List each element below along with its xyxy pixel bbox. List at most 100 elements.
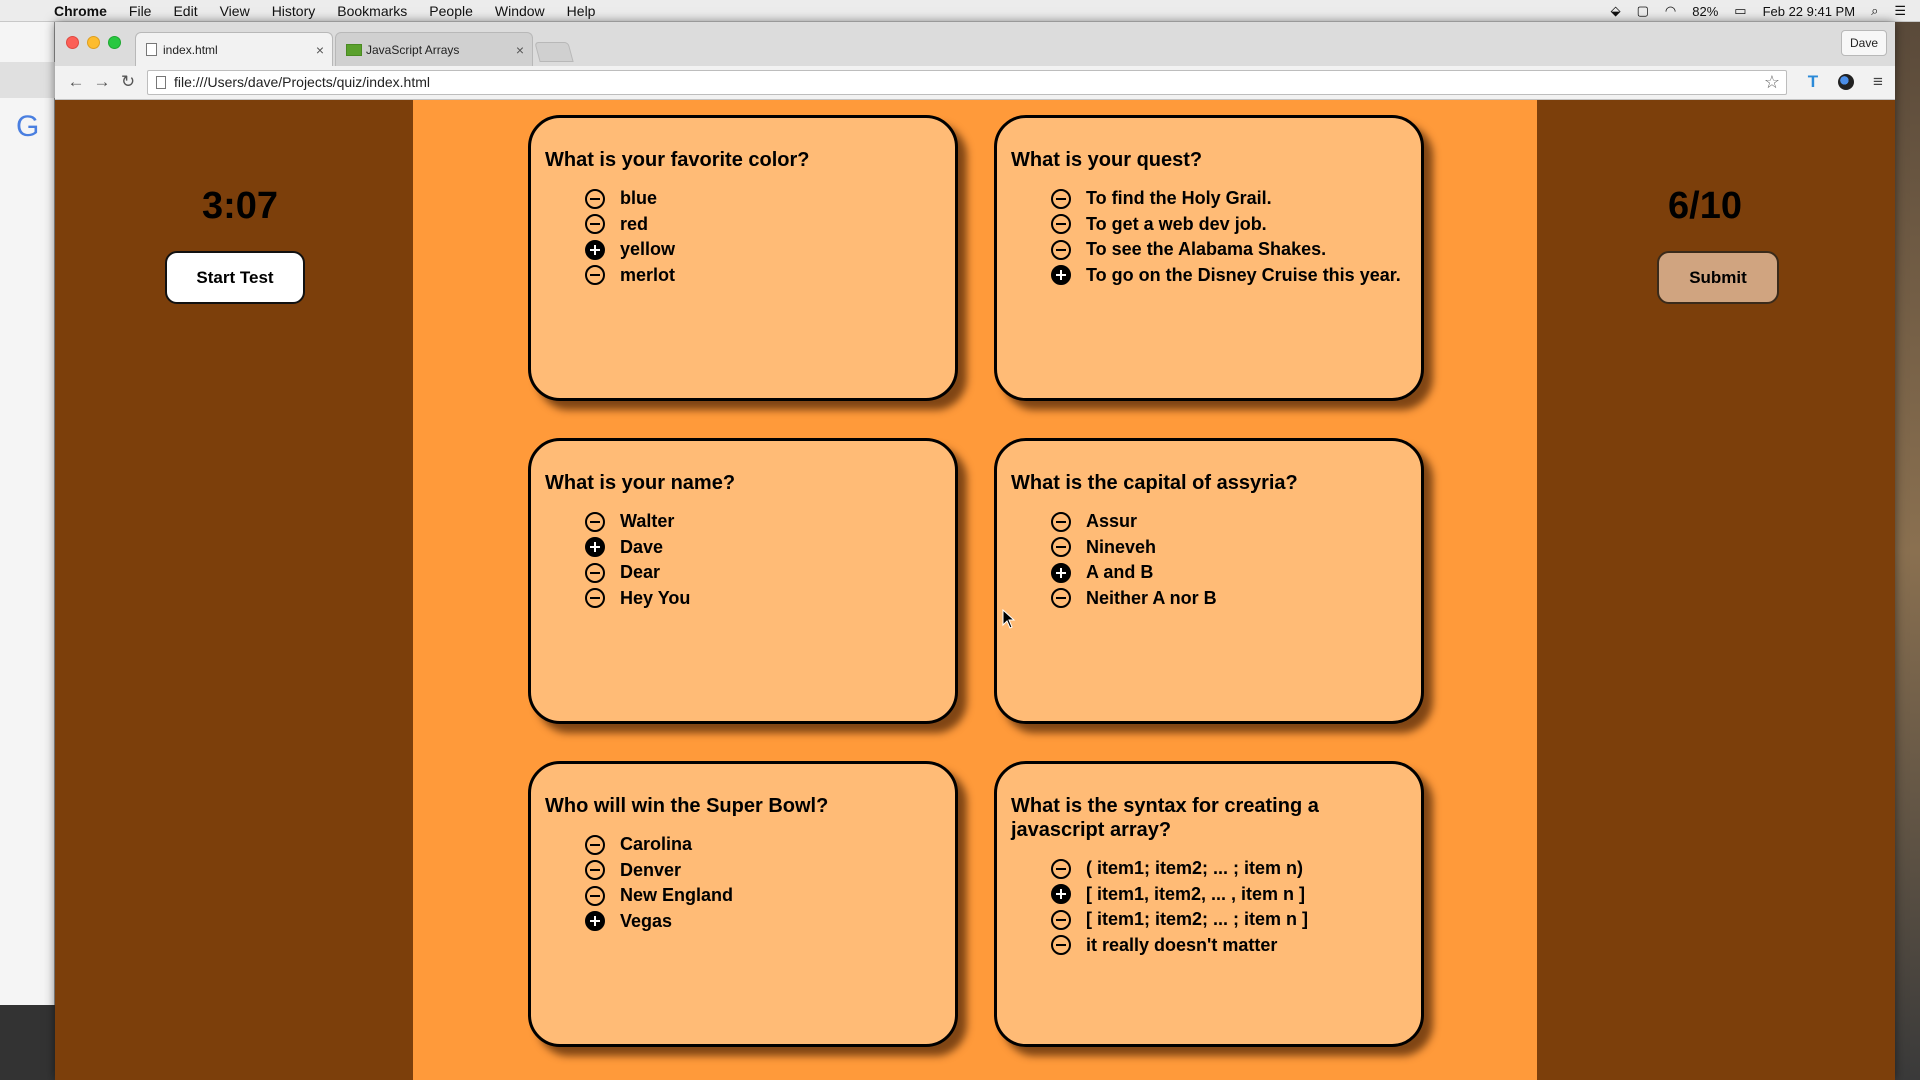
tab-close-icon[interactable]: × <box>508 42 532 58</box>
answer-option[interactable]: Hey You <box>585 586 941 612</box>
radio-button-icon[interactable] <box>585 885 605 906</box>
answer-option[interactable]: red <box>585 212 941 238</box>
answer-option[interactable]: Neither A nor B <box>1051 586 1407 612</box>
extension-icon[interactable]: T <box>1802 71 1824 93</box>
submit-button[interactable]: Submit <box>1657 251 1779 304</box>
close-window-button[interactable] <box>66 36 79 49</box>
answer-option-selected[interactable]: yellow <box>585 237 941 263</box>
radio-button-icon[interactable] <box>1051 214 1071 235</box>
answer-label: merlot <box>620 264 676 285</box>
answer-options: Walter Dave Dear Hey You <box>545 509 941 611</box>
answer-option[interactable]: Denver <box>585 858 941 884</box>
new-tab-button[interactable] <box>534 42 574 62</box>
radio-button-icon[interactable] <box>1051 935 1071 956</box>
answer-label: New England <box>620 885 734 906</box>
answer-option[interactable]: To find the Holy Grail. <box>1051 186 1407 212</box>
tab-index-html[interactable]: index.html × <box>135 32 333 66</box>
menu-help[interactable]: Help <box>567 3 596 19</box>
answer-option[interactable]: merlot <box>585 263 941 289</box>
page-viewport: 3:07 Start Test 6/10 Submit What is your… <box>55 100 1895 1080</box>
menu-file[interactable]: File <box>129 3 152 19</box>
radio-button-icon[interactable] <box>1051 188 1071 209</box>
battery-percent[interactable]: 82% <box>1692 4 1718 19</box>
question-text: What is the capital of assyria? <box>1011 472 1298 494</box>
start-test-button[interactable]: Start Test <box>165 251 305 304</box>
spotlight-search-icon[interactable]: ⌕ <box>1871 3 1878 19</box>
radio-button-icon[interactable] <box>585 860 605 881</box>
radio-button-icon[interactable] <box>1051 909 1071 930</box>
answer-option-selected[interactable]: Vegas <box>585 909 941 935</box>
reload-icon[interactable]: ↻ <box>117 71 139 93</box>
answer-option[interactable]: Carolina <box>585 832 941 858</box>
menu-window[interactable]: Window <box>495 3 545 19</box>
answer-label: Walter <box>620 511 675 532</box>
menu-people[interactable]: People <box>429 3 473 19</box>
extension-circle-icon[interactable] <box>1835 71 1857 93</box>
back-icon[interactable]: ← <box>65 71 87 93</box>
answer-option[interactable]: Walter <box>585 509 941 535</box>
radio-button-selected-icon[interactable] <box>585 239 605 260</box>
answer-option-selected[interactable]: Dave <box>585 535 941 561</box>
battery-icon[interactable]: ▭ <box>1734 3 1746 19</box>
answer-option[interactable]: To see the Alabama Shakes. <box>1051 237 1407 263</box>
chrome-menu-icon[interactable]: ≡ <box>1867 71 1889 93</box>
answer-option[interactable]: ( item1; item2; ... ; item n) <box>1051 856 1407 882</box>
answer-option[interactable]: blue <box>585 186 941 212</box>
notification-center-icon[interactable]: ☰ <box>1894 3 1906 19</box>
radio-button-icon[interactable] <box>1051 239 1071 260</box>
radio-button-icon[interactable] <box>585 588 605 609</box>
radio-button-icon[interactable] <box>585 265 605 286</box>
radio-button-icon[interactable] <box>585 511 605 532</box>
screen-icon[interactable]: ▢ <box>1637 3 1649 19</box>
tab-close-icon[interactable]: × <box>308 42 332 58</box>
radio-button-icon[interactable] <box>1051 858 1071 879</box>
answer-option[interactable]: it really doesn't matter <box>1051 933 1407 959</box>
forward-icon[interactable]: → <box>91 71 113 93</box>
radio-button-icon[interactable] <box>585 562 605 583</box>
desktop-wallpaper-right <box>1894 22 1920 1080</box>
zoom-window-button[interactable] <box>108 36 121 49</box>
answer-option-selected[interactable]: [ item1, item2, ... , item n ] <box>1051 882 1407 908</box>
w3schools-favicon-icon <box>346 43 362 56</box>
minimize-window-button[interactable] <box>87 36 100 49</box>
menu-bookmarks[interactable]: Bookmarks <box>337 3 407 19</box>
radio-button-selected-icon[interactable] <box>1051 884 1071 905</box>
clock[interactable]: Feb 22 9:41 PM <box>1763 4 1856 19</box>
answer-label: To find the Holy Grail. <box>1086 188 1272 209</box>
wifi-icon[interactable]: ◠ <box>1665 3 1676 19</box>
menu-app-chrome[interactable]: Chrome <box>54 3 107 19</box>
radio-button-icon[interactable] <box>585 834 605 855</box>
answer-option-selected[interactable]: To go on the Disney Cruise this year. <box>1051 263 1407 289</box>
radio-button-icon[interactable] <box>585 214 605 235</box>
dropbox-icon[interactable]: ⬙ <box>1611 3 1621 19</box>
radio-button-icon[interactable] <box>585 188 605 209</box>
radio-button-icon[interactable] <box>1051 537 1071 558</box>
answer-option[interactable]: Dear <box>585 560 941 586</box>
answer-option[interactable]: To get a web dev job. <box>1051 212 1407 238</box>
menu-view[interactable]: View <box>220 3 250 19</box>
profile-button[interactable]: Dave <box>1840 30 1887 56</box>
address-bar[interactable]: file:///Users/dave/Projects/quiz/index.h… <box>147 70 1787 95</box>
answer-option-selected[interactable]: A and B <box>1051 560 1407 586</box>
radio-button-selected-icon[interactable] <box>1051 265 1071 286</box>
menu-edit[interactable]: Edit <box>173 3 197 19</box>
radio-button-selected-icon[interactable] <box>585 911 605 932</box>
answer-options: To find the Holy Grail. To get a web dev… <box>1011 186 1407 288</box>
answer-option[interactable]: [ item1; item2; ... ; item n ] <box>1051 907 1407 933</box>
answer-label: yellow <box>620 239 676 260</box>
radio-button-icon[interactable] <box>1051 588 1071 609</box>
tab-javascript-arrays[interactable]: JavaScript Arrays × <box>335 32 533 66</box>
status-area: ⬙ ▢ ◠ 82% ▭ Feb 22 9:41 PM ⌕ ☰ <box>1611 0 1906 22</box>
radio-button-selected-icon[interactable] <box>1051 562 1071 583</box>
tab-strip: index.html × JavaScript Arrays × Dave <box>55 22 1895 66</box>
mac-menu-bar: Chrome File Edit View History Bookmarks … <box>0 0 1920 22</box>
answer-option[interactable]: Nineveh <box>1051 535 1407 561</box>
answer-option[interactable]: Assur <box>1051 509 1407 535</box>
radio-button-icon[interactable] <box>1051 511 1071 532</box>
menu-history[interactable]: History <box>272 3 316 19</box>
background-toolbar <box>0 62 55 98</box>
answer-option[interactable]: New England <box>585 883 941 909</box>
page-icon <box>156 76 166 89</box>
radio-button-selected-icon[interactable] <box>585 537 605 558</box>
bookmark-star-icon[interactable]: ☆ <box>1764 71 1780 94</box>
